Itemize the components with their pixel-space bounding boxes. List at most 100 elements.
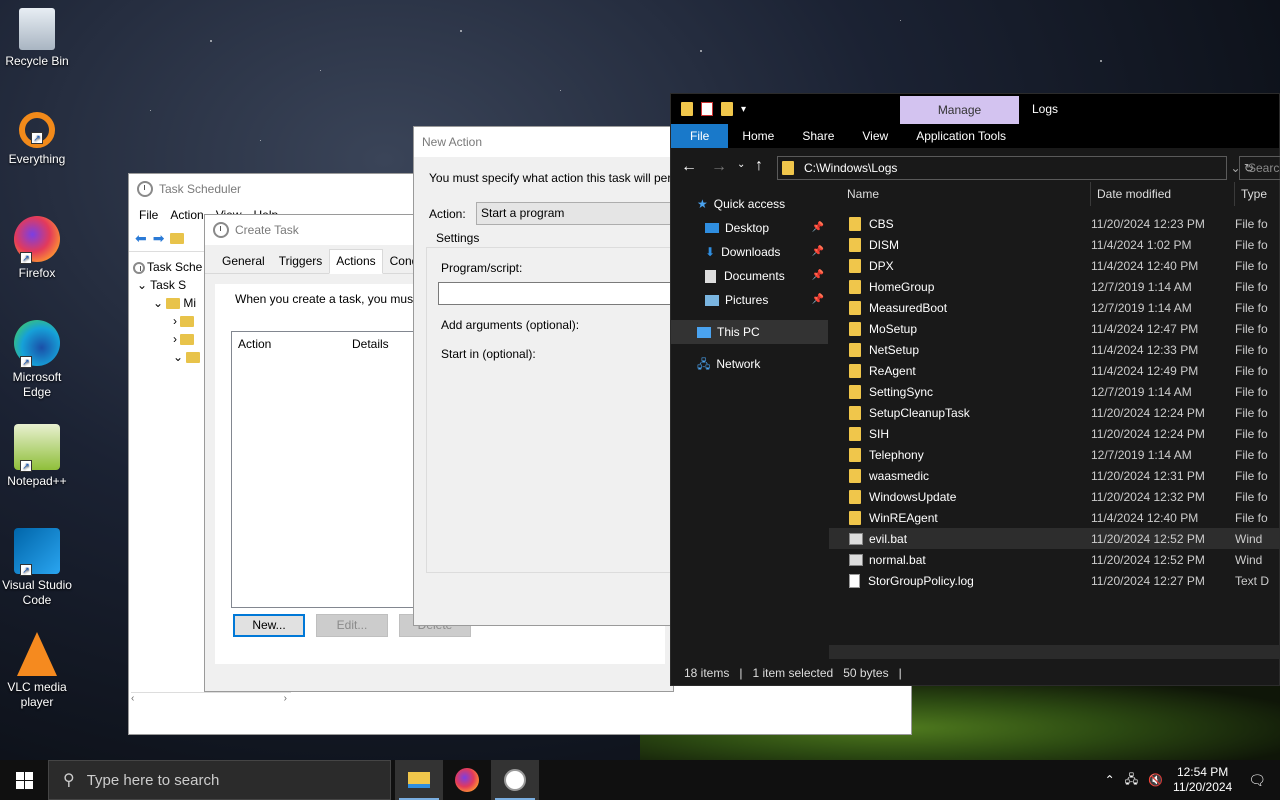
ribbon-application-tools[interactable]: Application Tools xyxy=(902,124,1020,148)
desktop-icon-notepadpp[interactable]: ↗ Notepad++ xyxy=(2,424,72,489)
file-type: File fo xyxy=(1235,405,1268,420)
tab-actions[interactable]: Actions xyxy=(329,249,383,274)
file-row[interactable]: Telephony 12/7/2019 1:14 AM File fo xyxy=(829,444,1280,465)
file-row[interactable]: CBS 11/20/2024 12:23 PM File fo xyxy=(829,213,1280,234)
file-row[interactable]: HomeGroup 12/7/2019 1:14 AM File fo xyxy=(829,276,1280,297)
manage-tab[interactable]: Manage xyxy=(900,96,1019,124)
properties-icon[interactable] xyxy=(701,102,713,116)
file-name: DISM xyxy=(829,237,1091,252)
document-icon xyxy=(705,269,716,283)
customize-toolbar-icon[interactable]: ▾ xyxy=(741,104,746,115)
new-folder-icon[interactable] xyxy=(721,102,733,116)
back-icon[interactable]: ← xyxy=(681,158,697,176)
taskbar-firefox[interactable] xyxy=(443,760,491,800)
file-row[interactable]: WinREAgent 11/4/2024 12:40 PM File fo xyxy=(829,507,1280,528)
taskbar-clock[interactable]: 12:54 PM 11/20/2024 xyxy=(1173,765,1232,795)
file-row[interactable]: NetSetup 11/4/2024 12:33 PM File fo xyxy=(829,339,1280,360)
new-action-titlebar[interactable]: New Action xyxy=(414,127,684,157)
ribbon-share[interactable]: Share xyxy=(788,124,848,148)
up-icon[interactable]: ↑ xyxy=(755,157,763,175)
tab-triggers[interactable]: Triggers xyxy=(272,249,330,273)
tree-item[interactable]: Task Sche xyxy=(133,258,205,276)
taskbar-search[interactable]: ⚲ Type here to search xyxy=(48,760,391,800)
taskbar-file-explorer[interactable] xyxy=(395,760,443,800)
recycle-bin-icon xyxy=(19,8,55,50)
program-input[interactable] xyxy=(438,282,686,305)
task-scheduler-icon xyxy=(504,769,526,791)
file-name: SIH xyxy=(829,426,1091,441)
file-name: ReAgent xyxy=(829,363,1091,378)
column-action[interactable]: Action xyxy=(232,337,352,351)
start-button[interactable] xyxy=(0,760,48,800)
file-date: 11/4/2024 12:33 PM xyxy=(1091,342,1199,357)
file-row[interactable]: normal.bat 11/20/2024 12:52 PM Wind xyxy=(829,549,1280,570)
desktop-icon-everything[interactable]: ↗ Everything xyxy=(2,112,72,167)
file-row[interactable]: DPX 11/4/2024 12:40 PM File fo xyxy=(829,255,1280,276)
ribbon-file[interactable]: File xyxy=(671,124,729,148)
tree-item[interactable]: ⌄ Task S xyxy=(133,276,205,294)
desktop-icon-edge[interactable]: ↗ Microsoft Edge xyxy=(2,320,72,400)
file-row[interactable]: ReAgent 11/4/2024 12:49 PM File fo xyxy=(829,360,1280,381)
up-folder-icon[interactable] xyxy=(170,233,185,244)
file-row[interactable]: SIH 11/20/2024 12:24 PM File fo xyxy=(829,423,1280,444)
nav-desktop[interactable]: Desktop 📌 xyxy=(671,216,828,240)
menu-file[interactable]: File xyxy=(139,208,158,222)
recent-locations-icon[interactable]: ⌄ xyxy=(737,159,745,170)
show-hidden-icons-icon[interactable]: ⌃ xyxy=(1105,773,1115,787)
create-task-icon xyxy=(213,222,229,238)
start-in-label: Start in (optional): xyxy=(441,347,536,361)
desktop-icon-label: Microsoft Edge xyxy=(12,370,62,399)
file-row[interactable]: DISM 11/4/2024 1:02 PM File fo xyxy=(829,234,1280,255)
desktop-icon-recycle-bin[interactable]: Recycle Bin xyxy=(2,8,72,69)
tree-item[interactable]: ⌄ Mi xyxy=(133,294,205,312)
nav-quick-access[interactable]: ★ Quick access xyxy=(671,192,828,216)
tree-item[interactable]: › xyxy=(133,330,205,348)
file-row[interactable]: waasmedic 11/20/2024 12:31 PM File fo xyxy=(829,465,1280,486)
taskbar-task-scheduler[interactable] xyxy=(491,760,539,800)
desktop-icon-vscode[interactable]: ↗ Visual Studio Code xyxy=(2,528,72,608)
nav-documents[interactable]: Documents 📌 xyxy=(671,264,828,288)
file-row[interactable]: SettingSync 12/7/2019 1:14 AM File fo xyxy=(829,381,1280,402)
horizontal-scrollbar[interactable]: ‹ › xyxy=(131,692,291,708)
tree-item[interactable]: › xyxy=(133,312,205,330)
folder-icon xyxy=(849,405,861,420)
notifications-icon[interactable]: 🗨 xyxy=(1248,772,1266,789)
forward-icon[interactable]: → xyxy=(711,158,727,176)
volume-muted-icon[interactable]: 🔇 xyxy=(1148,773,1163,787)
file-row[interactable]: MoSetup 11/4/2024 12:47 PM File fo xyxy=(829,318,1280,339)
column-date-modified[interactable]: Date modified xyxy=(1091,182,1235,206)
new-action-button[interactable]: New... xyxy=(233,614,305,637)
file-row[interactable]: MeasuredBoot 12/7/2019 1:14 AM File fo xyxy=(829,297,1280,318)
back-icon[interactable]: ⬅ xyxy=(135,230,147,247)
file-row[interactable]: evil.bat 11/20/2024 12:52 PM Wind xyxy=(829,528,1280,549)
desktop-icon-vlc[interactable]: VLC media player xyxy=(2,632,72,710)
edit-action-button[interactable]: Edit... xyxy=(316,614,388,637)
nav-network[interactable]: 🖧 Network xyxy=(671,352,828,376)
file-row[interactable]: WindowsUpdate 11/20/2024 12:32 PM File fo xyxy=(829,486,1280,507)
nav-pictures[interactable]: Pictures 📌 xyxy=(671,288,828,312)
folder-icon xyxy=(849,447,861,462)
file-row[interactable]: StorGroupPolicy.log 11/20/2024 12:27 PM Te… xyxy=(829,570,1280,591)
action-select[interactable]: Start a program xyxy=(476,202,686,225)
taskbar: ⚲ Type here to search ⌃ 🖧 🔇 12:54 PM 11/… xyxy=(0,760,1280,800)
tree-item[interactable]: ⌄ xyxy=(133,348,205,366)
column-details[interactable]: Details xyxy=(352,337,389,351)
desktop-icon-firefox[interactable]: ↗ Firefox xyxy=(2,216,72,281)
folder-icon[interactable] xyxy=(681,102,693,116)
horizontal-scrollbar[interactable] xyxy=(829,645,1280,659)
search-input[interactable]: Search xyxy=(1239,156,1280,180)
menu-action[interactable]: Action xyxy=(170,208,203,222)
network-tray-icon[interactable]: 🖧 xyxy=(1125,770,1138,791)
forward-icon[interactable]: ➡ xyxy=(153,230,165,247)
ribbon-home[interactable]: Home xyxy=(728,124,788,148)
nav-downloads[interactable]: ⬇ Downloads 📌 xyxy=(671,240,828,264)
column-name[interactable]: Name xyxy=(829,182,1091,206)
file-type: Text D xyxy=(1235,573,1270,588)
column-type[interactable]: Type xyxy=(1235,182,1280,206)
ribbon-view[interactable]: View xyxy=(848,124,902,148)
file-name: Telephony xyxy=(829,447,1091,462)
nav-this-pc[interactable]: This PC xyxy=(671,320,828,344)
file-row[interactable]: SetupCleanupTask 11/20/2024 12:24 PM File … xyxy=(829,402,1280,423)
tab-general[interactable]: General xyxy=(215,249,272,273)
address-bar[interactable]: C:\Windows\Logs ⌄ ↻ xyxy=(777,156,1254,180)
